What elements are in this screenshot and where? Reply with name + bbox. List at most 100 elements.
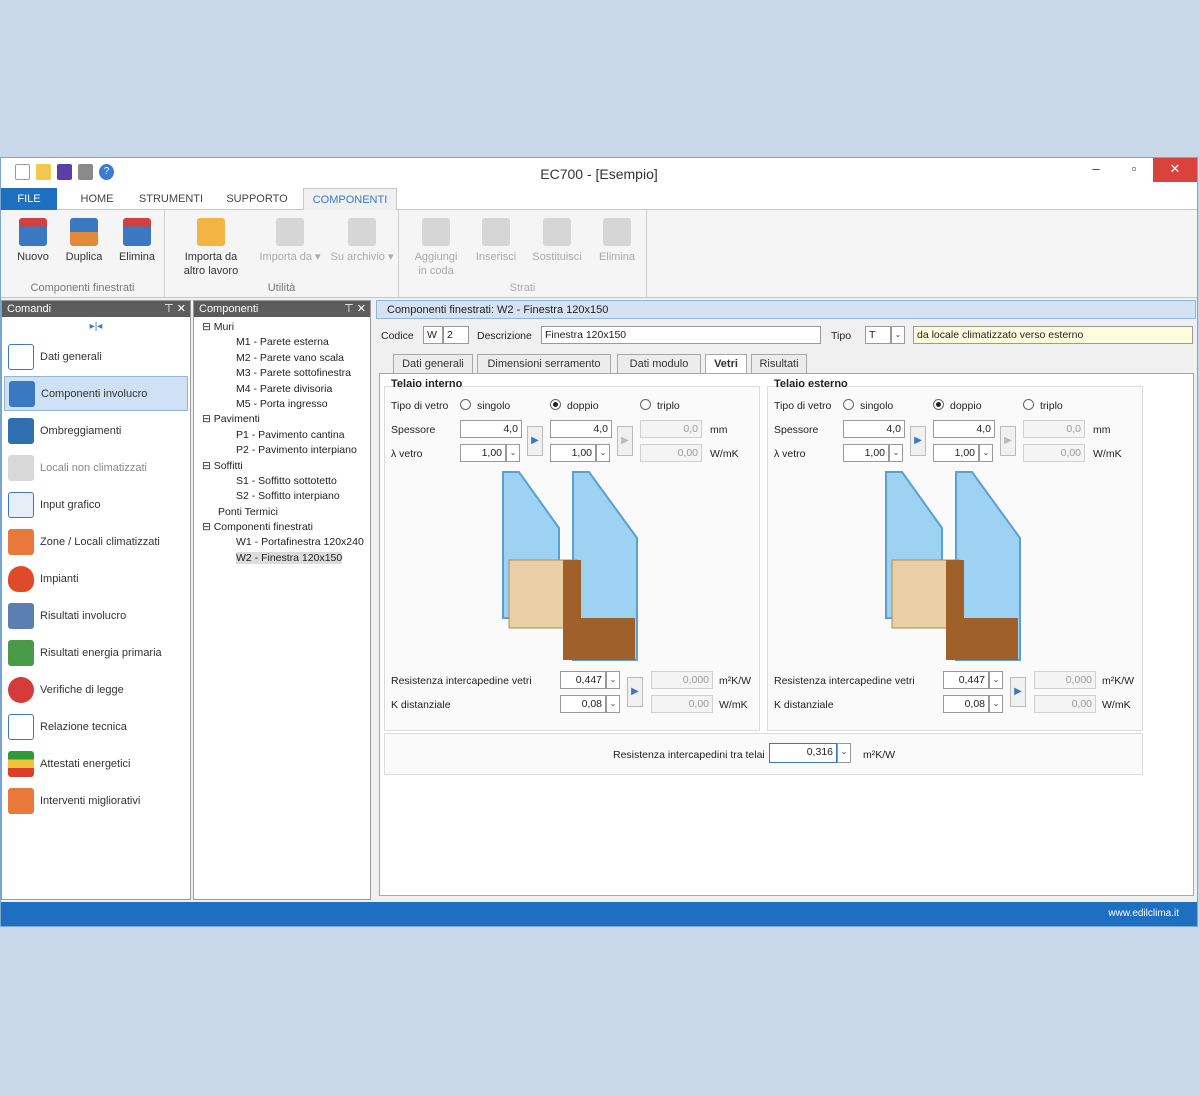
k1-dropdown-icon[interactable]: ⌄ <box>606 695 620 713</box>
tree-item[interactable]: W1 - Portafinestra 120x240 <box>202 536 364 551</box>
copy-right-arrow-icon[interactable]: ▶ <box>910 426 926 456</box>
lambda-esterno1-field[interactable]: 1,00 <box>843 444 889 462</box>
telai-dropdown-icon[interactable]: ⌄ <box>837 743 851 763</box>
cmd-componenti-involucro[interactable]: Componenti involucro <box>4 376 188 411</box>
tipo-select[interactable]: T <box>865 326 891 344</box>
subtab-risultati[interactable]: Risultati <box>751 354 807 374</box>
cmd-dati-generali[interactable]: Dati generali <box>4 339 188 374</box>
resistenza-e1-field[interactable]: 0,447 <box>943 671 989 689</box>
copy-res-arrow-icon[interactable]: ▶ <box>1010 677 1026 707</box>
lambda-e2-dropdown-icon[interactable]: ⌄ <box>979 444 993 462</box>
tree-node-ponti-termici[interactable]: Ponti Termici <box>202 506 364 521</box>
k-e1-dropdown-icon[interactable]: ⌄ <box>989 695 1003 713</box>
tree-item[interactable]: M2 - Parete vano scala <box>202 352 364 367</box>
resistenza-e1-dropdown-icon[interactable]: ⌄ <box>989 671 1003 689</box>
spessore-esterno2-field[interactable]: 4,0 <box>933 420 995 438</box>
tree-item[interactable]: P1 - Pavimento cantina <box>202 429 364 444</box>
minimize-button[interactable]: – <box>1077 158 1115 182</box>
k-distanziale1-field[interactable]: 0,08 <box>560 695 606 713</box>
cmd-input-grafico[interactable]: Input grafico <box>4 487 188 522</box>
tree-node-muri[interactable]: ⊟ Muri <box>202 321 364 336</box>
lambda-esterno2-field[interactable]: 1,00 <box>933 444 979 462</box>
cmd-interventi-migliorativi[interactable]: Interventi migliorativi <box>4 783 188 818</box>
copy-right-arrow-icon[interactable]: ▶ <box>527 426 543 456</box>
radio-doppio-esterno[interactable] <box>933 399 944 410</box>
codice-number-field[interactable]: 2 <box>443 326 469 344</box>
subtab-dati-generali[interactable]: Dati generali <box>393 354 473 374</box>
tab-home[interactable]: HOME <box>69 188 125 210</box>
cmd-risultati-energia[interactable]: Risultati energia primaria <box>4 635 188 670</box>
radio-triplo[interactable] <box>640 399 651 410</box>
subtab-vetri[interactable]: Vetri <box>705 354 747 375</box>
inserisci-button[interactable]: Inserisci <box>471 218 521 264</box>
unit-mm: mm <box>710 424 728 436</box>
duplica-button[interactable]: Duplica <box>61 218 107 264</box>
lambda-e1-dropdown-icon[interactable]: ⌄ <box>889 444 903 462</box>
cmd-attestati-energetici[interactable]: Attestati energetici <box>4 746 188 781</box>
insert-layer-icon <box>482 218 510 246</box>
tree-node-pavimenti[interactable]: ⊟ Pavimenti <box>202 413 364 428</box>
lambda-vetro2-field[interactable]: 1,00 <box>550 444 596 462</box>
elimina-button[interactable]: Elimina <box>115 218 159 264</box>
tree-item[interactable]: S2 - Soffitto interpiano <box>202 490 364 505</box>
cmd-verifiche-di-legge[interactable]: Verifiche di legge <box>4 672 188 707</box>
tab-componenti[interactable]: COMPONENTI <box>303 188 397 211</box>
tree-item-selected[interactable]: W2 - Finestra 120x150 <box>236 551 343 564</box>
main-header: Componenti finestrati: W2 - Finestra 120… <box>376 300 1196 319</box>
collapse-icon[interactable]: ▸|◂ <box>2 321 190 332</box>
lambda2-dropdown-icon[interactable]: ⌄ <box>596 444 610 462</box>
spessore-vetro1-field[interactable]: 4,0 <box>460 420 522 438</box>
tree-item[interactable]: P2 - Pavimento interpiano <box>202 444 364 459</box>
resistenza1-dropdown-icon[interactable]: ⌄ <box>606 671 620 689</box>
radio-doppio[interactable] <box>550 399 561 410</box>
cmd-locali-non-climatizzati[interactable]: Locali non climatizzati <box>4 450 188 485</box>
cmd-impianti[interactable]: Impianti <box>4 561 188 596</box>
codice-prefix-field[interactable]: W <box>423 326 443 344</box>
resistenza-telai-field[interactable]: 0,316 <box>769 743 837 763</box>
radio-triplo-esterno[interactable] <box>1023 399 1034 410</box>
cmd-zone-locali[interactable]: Zone / Locali climatizzati <box>4 524 188 559</box>
radio-singolo-esterno[interactable] <box>843 399 854 410</box>
tree-item[interactable]: M1 - Parete esterna <box>202 336 364 351</box>
subtab-dimensioni-serramento[interactable]: Dimensioni serramento <box>477 354 611 374</box>
descrizione-field[interactable]: Finestra 120x150 <box>541 326 821 344</box>
cmd-relazione-tecnica[interactable]: Relazione tecnica <box>4 709 188 744</box>
copy-res-arrow-icon[interactable]: ▶ <box>627 677 643 707</box>
seal-icon <box>8 676 34 703</box>
cmd-label: Risultati energia primaria <box>40 646 162 659</box>
spessore-vetro2-field[interactable]: 4,0 <box>550 420 612 438</box>
importa-altro-lavoro-button[interactable]: Importa da altro lavoro <box>179 218 243 278</box>
nuovo-button[interactable]: Nuovo <box>13 218 53 264</box>
cmd-ombreggiamenti[interactable]: Ombreggiamenti <box>4 413 188 448</box>
tree-item[interactable]: S1 - Soffitto sottotetto <box>202 475 364 490</box>
tree-node-componenti-finestrati[interactable]: ⊟ Componenti finestrati <box>202 521 364 536</box>
tree-node-soffitti[interactable]: ⊟ Soffitti <box>202 460 364 475</box>
resistenza1-field[interactable]: 0,447 <box>560 671 606 689</box>
radio-singolo[interactable] <box>460 399 471 410</box>
tab-file[interactable]: FILE <box>1 188 57 210</box>
spessore-esterno1-field[interactable]: 4,0 <box>843 420 905 438</box>
elimina-strato-button[interactable]: Elimina <box>593 218 641 264</box>
tree-item[interactable]: M5 - Porta ingresso <box>202 398 364 413</box>
subtab-dati-modulo[interactable]: Dati modulo <box>617 354 701 374</box>
close-button[interactable]: ✕ <box>1153 158 1197 182</box>
su-archivio-button[interactable]: Su archivio ▾ <box>329 218 395 264</box>
k-distanziale-e1-field[interactable]: 0,08 <box>943 695 989 713</box>
tipo-dropdown-icon[interactable]: ⌄ <box>891 326 905 344</box>
unit-m2kw: m²K/W <box>1102 675 1135 687</box>
tab-strumenti[interactable]: STRUMENTI <box>133 188 209 210</box>
comandi-pin-close-icon[interactable]: ⊤ ✕ <box>164 301 186 317</box>
cmd-risultati-involucro[interactable]: Risultati involucro <box>4 598 188 633</box>
aggiungi-in-coda-button[interactable]: Aggiungi in coda <box>409 218 463 278</box>
tree-item[interactable]: M4 - Parete divisoria <box>202 383 364 398</box>
singolo-label: singolo <box>860 400 894 412</box>
lambda-vetro1-field[interactable]: 1,00 <box>460 444 506 462</box>
maximize-button[interactable]: ▫ <box>1115 158 1153 182</box>
tree-item[interactable]: M3 - Parete sottofinestra <box>202 367 364 382</box>
comandi-header: Comandi ⊤ ✕ <box>2 301 190 317</box>
componenti-pin-close-icon[interactable]: ⊤ ✕ <box>344 301 366 317</box>
importa-da-button[interactable]: Importa da ▾ <box>257 218 323 264</box>
tab-supporto[interactable]: SUPPORTO <box>219 188 295 210</box>
sostituisci-button[interactable]: Sostituisci <box>527 218 587 264</box>
lambda1-dropdown-icon[interactable]: ⌄ <box>506 444 520 462</box>
